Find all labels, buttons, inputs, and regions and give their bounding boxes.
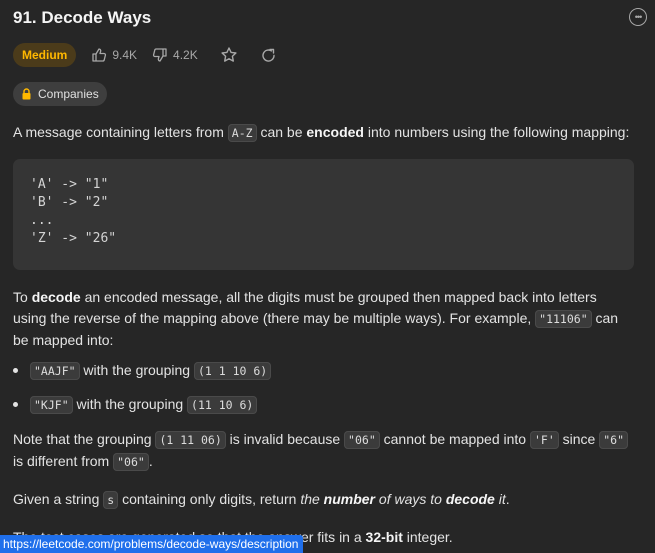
status-bar-link-preview: https://leetcode.com/problems/decode-way… [0,535,304,553]
dislike-count: 4.2K [173,48,198,62]
description-paragraph-1: A message containing letters from A-Z ca… [13,124,630,142]
problem-title[interactable]: 91. Decode Ways [13,8,151,28]
companies-label: Companies [38,87,99,101]
inline-code: "11106" [535,310,592,328]
companies-button[interactable]: Companies [13,82,107,106]
thumbs-up-icon [92,48,107,62]
description-paragraph-3: Note that the grouping (1 11 06) is inva… [13,429,634,473]
title-row: 91. Decode Ways ••• [13,0,647,34]
share-icon [262,48,275,62]
list-item: "KJF" with the grouping (11 10 6) [13,394,634,416]
problem-description: 91. Decode Ways ••• Medium 9.4K 4.2K Com… [13,0,647,548]
star-icon [221,47,237,62]
description-paragraph-2: To decode an encoded message, all the di… [13,289,619,348]
lock-icon [22,88,31,100]
examples-list: "AAJF" with the grouping (1 1 10 6) "KJF… [13,360,634,416]
like-count: 9.4K [112,48,138,62]
list-item: "AAJF" with the grouping (1 1 10 6) [13,360,634,382]
problem-meta: Medium 9.4K 4.2K [13,42,634,68]
dislike-button[interactable]: 4.2K [152,47,198,63]
mapping-code-block: 'A' -> "1" 'B' -> "2" ... 'Z' -> "26" [13,159,634,270]
difficulty-badge: Medium [13,43,77,67]
description-paragraph-4: Given a string s containing only digits,… [13,491,510,509]
like-button[interactable]: 9.4K [91,47,137,63]
share-button[interactable] [260,47,277,64]
inline-code: A-Z [227,124,257,142]
favorite-button[interactable] [220,46,238,64]
more-icon[interactable]: ••• [629,8,647,26]
thumbs-down-icon [152,48,167,62]
